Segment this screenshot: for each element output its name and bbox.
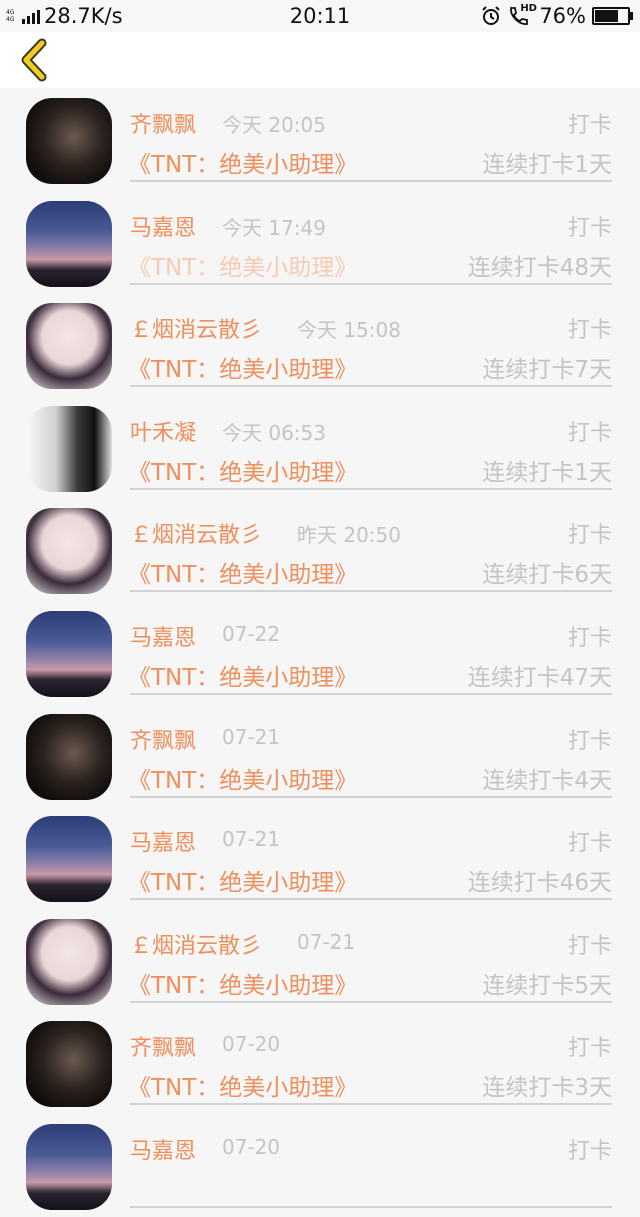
checkin-list: 齐飘飘 今天 20:05 打卡 《TNT：绝美小助理》 连续打卡1天 马嘉恩 今天 17:4… — [0, 88, 640, 1217]
list-item[interactable]: 齐飘飘 07-20 打卡《TNT：绝美小助理》 连续打卡3天 — [0, 1011, 640, 1114]
streak-count: 连续打卡3天 — [482, 1075, 612, 1102]
avatar[interactable] — [26, 1123, 112, 1210]
checkin-action: 打卡 — [567, 831, 612, 857]
book-title[interactable]: 《TNT：绝美小助理》 — [128, 145, 357, 179]
list-item[interactable]: 马嘉恩 07-21 打卡《TNT：绝美小助理》 连续打卡46天 — [0, 806, 640, 909]
checkin-action: 打卡 — [567, 523, 612, 549]
chevron-left-icon — [21, 38, 47, 82]
battery-icon — [592, 7, 633, 25]
book-title[interactable]: 《TNT：绝美小助理》 — [128, 863, 357, 897]
book-title[interactable]: 《TNT：绝美小助理》 — [128, 350, 357, 384]
divider — [130, 795, 612, 798]
book-title[interactable]: 《TNT：绝美小助理》 — [128, 761, 357, 795]
list-item[interactable]: ￡烟消云散彡 昨天 20:50 打卡《TNT：绝美小助理》 连续打卡6天 — [0, 498, 640, 601]
divider — [130, 590, 612, 593]
list-item[interactable]: 齐飘飘 今天 20:05 打卡《TNT：绝美小助理》 连续打卡1天 — [0, 88, 640, 191]
streak-count: 连续打卡4天 — [482, 767, 612, 794]
avatar[interactable] — [26, 98, 112, 184]
streak-count: 连续打卡6天 — [482, 562, 612, 589]
list-item[interactable]: 马嘉恩 07-22 打卡《TNT：绝美小助理》 连续打卡47天 — [0, 601, 640, 704]
checkin-time: 07-21 — [222, 827, 281, 852]
checkin-time: 07-21 — [222, 724, 281, 749]
battery-percent: 76% — [539, 4, 586, 28]
checkin-action: 打卡 — [567, 113, 612, 138]
checkin-action: 打卡 — [567, 933, 612, 959]
avatar[interactable] — [26, 200, 112, 287]
checkin-time: 07-21 — [297, 929, 356, 954]
checkin-action: 打卡 — [567, 215, 612, 241]
checkin-time: 今天 15:08 — [297, 318, 401, 343]
user-name[interactable]: ￡烟消云散彡 — [130, 928, 262, 960]
streak-count: 连续打卡46天 — [467, 870, 612, 897]
list-item[interactable]: 叶禾凝 今天 06:53 打卡《TNT：绝美小助理》 连续打卡1天 — [0, 396, 640, 499]
streak-count: 连续打卡1天 — [482, 459, 612, 486]
streak-count: 连续打卡48天 — [467, 254, 612, 281]
list-item[interactable]: ￡烟消云散彡 今天 15:08 打卡《TNT：绝美小助理》 连续打卡7天 — [0, 293, 640, 396]
avatar[interactable] — [26, 816, 112, 903]
avatar[interactable] — [26, 918, 112, 1005]
user-name[interactable]: 马嘉恩 — [130, 825, 196, 857]
avatar[interactable] — [26, 303, 112, 390]
streak-count: 连续打卡7天 — [482, 357, 612, 384]
divider — [130, 180, 612, 182]
checkin-action: 打卡 — [567, 318, 612, 344]
checkin-action: 打卡 — [567, 420, 612, 446]
user-name[interactable]: 叶禾凝 — [130, 415, 196, 447]
book-title[interactable]: 《TNT：绝美小助理》 — [128, 658, 357, 692]
checkin-time: 今天 17:49 — [222, 215, 326, 240]
nav-bar — [0, 32, 640, 88]
user-name[interactable]: 齐飘飘 — [130, 1030, 196, 1062]
list-item[interactable]: 马嘉恩 今天 17:49 打卡《TNT：绝美小助理》 连续打卡48天 — [0, 191, 640, 294]
status-bar: 4G 4G 28.7K/s 20:11 HD 76% — [0, 0, 640, 32]
battery-fill — [595, 10, 618, 22]
divider — [130, 282, 612, 285]
checkin-time: 07-20 — [222, 1032, 281, 1057]
user-name[interactable]: ￡烟消云散彡 — [130, 312, 262, 344]
list-item[interactable]: 马嘉恩 07-20 打卡 — [0, 1114, 640, 1217]
avatar[interactable] — [26, 610, 112, 697]
book-title[interactable]: 《TNT：绝美小助理》 — [128, 453, 357, 487]
checkin-time: 昨天 20:50 — [297, 523, 401, 548]
streak-count: 连续打卡1天 — [482, 152, 612, 178]
book-title[interactable]: 《TNT：绝美小助理》 — [128, 248, 357, 282]
avatar[interactable] — [26, 1021, 112, 1108]
user-name[interactable]: ￡烟消云散彡 — [130, 517, 262, 549]
checkin-action: 打卡 — [567, 1036, 612, 1062]
book-title[interactable]: 《TNT：绝美小助理》 — [128, 555, 357, 589]
checkin-action: 打卡 — [567, 728, 612, 754]
divider — [130, 1205, 612, 1208]
divider — [130, 1103, 612, 1106]
divider — [130, 898, 612, 901]
checkin-time: 07-20 — [222, 1134, 281, 1159]
book-title[interactable]: 《TNT：绝美小助理》 — [128, 1068, 357, 1102]
back-button[interactable] — [16, 38, 56, 82]
hd-label: HD — [520, 3, 537, 14]
user-name[interactable]: 马嘉恩 — [130, 210, 196, 242]
list-item[interactable]: ￡烟消云散彡 07-21 打卡《TNT：绝美小助理》 连续打卡5天 — [0, 909, 640, 1012]
user-name[interactable]: 马嘉恩 — [130, 620, 196, 652]
streak-count: 连续打卡5天 — [482, 972, 612, 999]
checkin-time: 07-22 — [222, 621, 281, 646]
status-right: HD 76% — [481, 3, 633, 28]
divider — [130, 692, 612, 695]
hd-call-icon: HD — [507, 3, 537, 27]
checkin-time: 今天 20:05 — [222, 113, 326, 137]
avatar[interactable] — [26, 508, 112, 595]
user-name[interactable]: 齐飘飘 — [130, 107, 196, 139]
divider — [130, 1000, 612, 1003]
book-title[interactable]: 《TNT：绝美小助理》 — [128, 966, 357, 1000]
list-item[interactable]: 齐飘飘 07-21 打卡《TNT：绝美小助理》 连续打卡4天 — [0, 704, 640, 807]
divider — [130, 385, 612, 388]
checkin-action: 打卡 — [567, 625, 612, 651]
checkin-time: 今天 06:53 — [222, 420, 326, 445]
avatar[interactable] — [26, 405, 112, 492]
user-name[interactable]: 齐飘飘 — [130, 723, 196, 755]
avatar[interactable] — [26, 713, 112, 800]
streak-count: 连续打卡47天 — [467, 664, 612, 691]
alarm-icon — [482, 6, 501, 25]
divider — [130, 487, 612, 490]
